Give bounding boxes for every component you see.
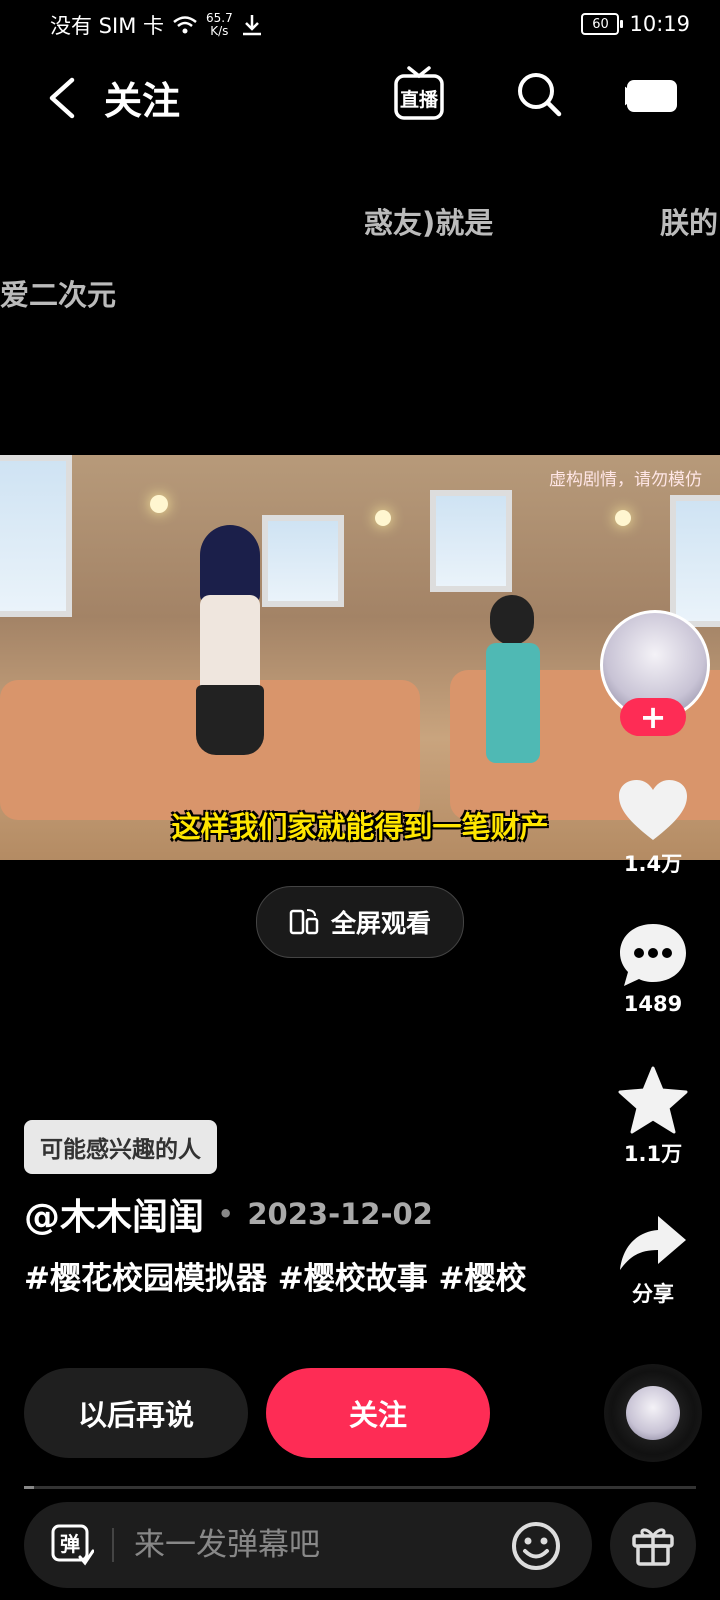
share-label: 分享 [632, 1282, 674, 1306]
like-count: 1.4万 [623, 852, 683, 876]
danmaku-input-bar[interactable]: 弹 [24, 1502, 592, 1588]
gift-button[interactable] [610, 1502, 696, 1588]
wall-lamp [150, 495, 168, 513]
progress-fill [24, 1486, 35, 1489]
danmaku-item: 爱二次元 [0, 278, 117, 312]
net-speed-unit: K/s [210, 24, 229, 38]
search-icon [518, 73, 562, 117]
page-title: 关注 [104, 79, 181, 123]
hashtags[interactable]: #樱花校园模拟器 #樱校故事 #樱校 [24, 1255, 544, 1303]
music-disc-button[interactable] [604, 1364, 702, 1462]
status-bar-left: 没有 SIM 卡 65.7 K/s [50, 10, 263, 40]
disclaimer-text: 虚构剧情，请勿模仿 [549, 470, 702, 490]
character-right [470, 595, 560, 795]
separator-dot: • [218, 1200, 234, 1228]
wall-lamp [375, 510, 391, 526]
danmaku-icon-char: 弹 [60, 1532, 80, 1556]
video-camera-icon [621, 80, 677, 112]
carrier-text: 没有 SIM 卡 [50, 14, 164, 38]
danmaku-toggle-icon[interactable]: 弹 [50, 1523, 94, 1567]
scene-window [0, 455, 72, 617]
heart-icon [619, 780, 687, 840]
later-button[interactable]: 以后再说 [24, 1368, 248, 1458]
net-speed: 65.7 K/s [206, 12, 233, 38]
wall-lamp [615, 510, 631, 526]
fullscreen-button[interactable]: 全屏观看 [256, 886, 464, 958]
gift-icon [632, 1528, 674, 1566]
net-speed-value: 65.7 [206, 11, 233, 25]
danmaku-item: 朕的 [660, 206, 719, 240]
wifi-icon [173, 16, 197, 34]
emoji-icon[interactable] [510, 1520, 562, 1572]
chevron-left-icon [49, 77, 75, 119]
clock: 10:19 [629, 12, 690, 36]
author-line: @木木闺闺 • 2023-12-02 [24, 1188, 433, 1240]
battery-icon: 60 [581, 13, 624, 35]
star-icon [618, 1066, 688, 1134]
music-cover [626, 1386, 680, 1440]
fullscreen-label: 全屏观看 [330, 909, 431, 938]
follow-plus-button[interactable]: + [620, 698, 686, 736]
search-button[interactable] [515, 70, 563, 118]
comment-button[interactable]: 1489 [610, 922, 696, 1016]
live-button[interactable]: 直播 [393, 66, 445, 122]
battery-level: 60 [592, 16, 609, 32]
live-label: 直播 [400, 88, 439, 111]
favorite-count: 1.1万 [623, 1142, 683, 1166]
video-progress-bar[interactable] [24, 1486, 696, 1489]
follow-button[interactable]: 关注 [266, 1368, 490, 1458]
like-button[interactable]: 1.4万 [610, 778, 696, 878]
character-left [180, 525, 280, 785]
danmaku-input[interactable] [132, 1526, 496, 1564]
share-button[interactable]: 分享 [610, 1214, 696, 1308]
share-arrow-icon [620, 1216, 686, 1270]
status-bar-right: 60 10:19 [581, 12, 690, 36]
author-name[interactable]: @木木闺闺 [24, 1188, 204, 1240]
scene-window [430, 490, 512, 592]
comment-icon [620, 924, 686, 986]
live-tv-icon: 直播 [394, 66, 444, 120]
danmaku-item: 惑友)就是 [364, 206, 494, 240]
back-button[interactable] [46, 70, 86, 126]
divider [112, 1528, 114, 1562]
post-date: 2023-12-02 [247, 1197, 433, 1231]
comment-count: 1489 [623, 992, 683, 1016]
camera-button[interactable] [621, 76, 679, 116]
favorite-button[interactable]: 1.1万 [610, 1066, 696, 1168]
rotate-screen-icon [289, 909, 319, 935]
download-icon [242, 15, 261, 36]
recommend-tag: 可能感兴趣的人 [24, 1120, 217, 1174]
scene-window [670, 495, 720, 627]
